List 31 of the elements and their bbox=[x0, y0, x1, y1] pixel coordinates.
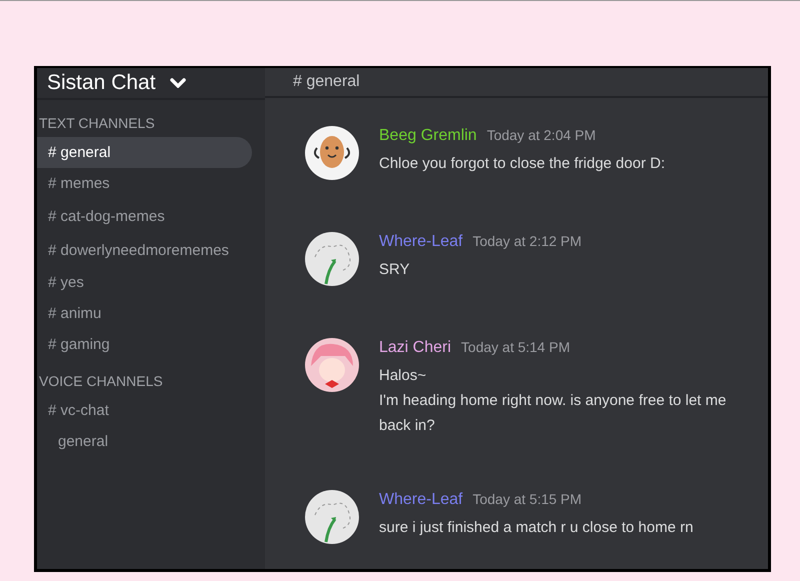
avatar-image[interactable] bbox=[305, 338, 359, 392]
channel-item[interactable]: # cat-dog-memes bbox=[37, 199, 252, 233]
message-text: Chloe you forgot to close the fridge door D: bbox=[379, 154, 665, 174]
author-name[interactable]: Lazi Cheri bbox=[379, 339, 452, 357]
author-name[interactable]: Where-Leaf bbox=[379, 233, 463, 251]
avatar-image[interactable] bbox=[305, 490, 359, 544]
channel-item[interactable]: # animu bbox=[37, 298, 252, 329]
author-name[interactable]: Beeg Gremlin bbox=[379, 127, 477, 145]
avatar-image[interactable] bbox=[305, 232, 359, 286]
message-text: sure i just finished a match r u close to home rn bbox=[379, 518, 694, 538]
message-text: Halos~ bbox=[379, 366, 428, 386]
server-name: Sistan Chat bbox=[47, 71, 156, 95]
timestamp: Today at 5:14 PM bbox=[461, 339, 570, 355]
avatar-image[interactable] bbox=[305, 126, 359, 180]
author-name[interactable]: Where-Leaf bbox=[379, 491, 463, 509]
channel-title: # general bbox=[293, 73, 360, 91]
timestamp: Today at 2:12 PM bbox=[472, 233, 582, 249]
channel-item[interactable]: # general bbox=[37, 137, 252, 168]
category-heading: TEXT CHANNELS bbox=[38, 114, 156, 133]
chevron-down-icon[interactable] bbox=[170, 78, 186, 88]
message-text: SRY bbox=[379, 260, 411, 280]
timestamp: Today at 2:04 PM bbox=[486, 127, 596, 143]
channel-item[interactable]: # memes bbox=[37, 168, 252, 199]
timestamp: Today at 5:15 PM bbox=[472, 491, 582, 507]
category-heading: VOICE CHANNELS bbox=[38, 372, 164, 391]
channel-item[interactable]: # vc-chat bbox=[37, 395, 252, 426]
channel-item[interactable]: # dowerlyneedmorememes bbox=[37, 233, 252, 267]
channel-item[interactable]: # yes bbox=[37, 267, 252, 298]
channel-item[interactable]: # gaming bbox=[37, 329, 252, 360]
message-text: I'm heading home right now. is anyone free to let me back in? bbox=[379, 391, 728, 436]
channel-item[interactable]: general bbox=[37, 426, 252, 457]
